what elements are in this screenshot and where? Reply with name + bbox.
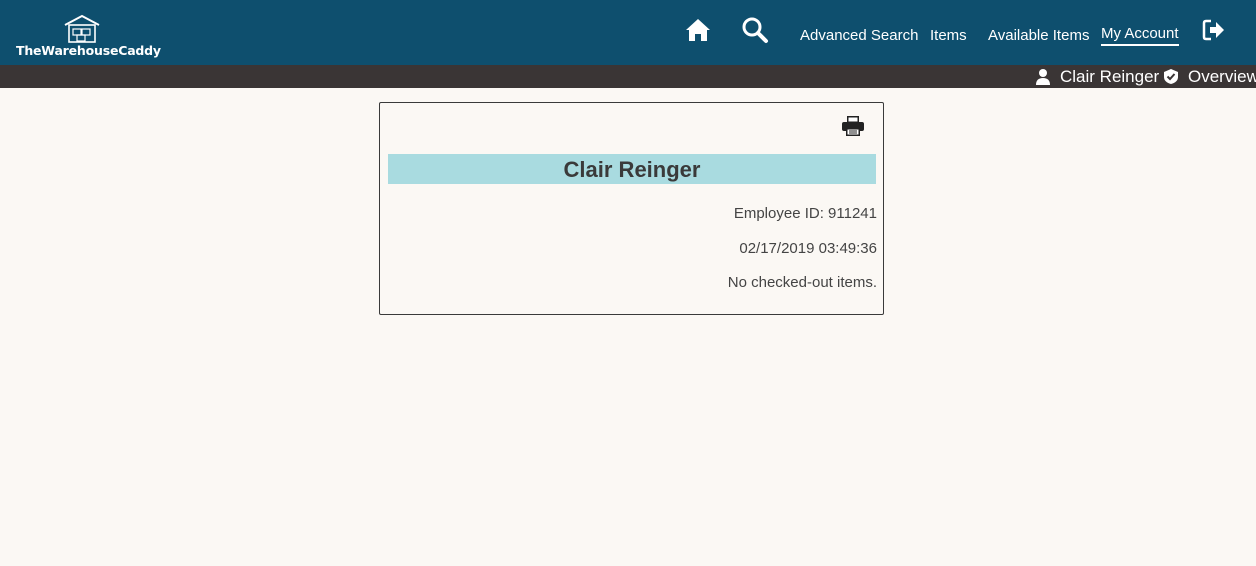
nav-my-account[interactable]: My Account [1101,25,1179,46]
home-icon[interactable] [684,16,712,44]
overview-link[interactable]: Overview [1188,67,1256,87]
account-card: Clair Reinger Employee ID: 911241 02/17/… [379,102,884,315]
timestamp: 02/17/2019 03:49:36 [739,240,877,257]
user-subbar: Clair Reinger Overview [0,65,1256,88]
brand-logo[interactable]: TheWarehouseCaddy [16,14,161,60]
current-user-name[interactable]: Clair Reinger [1060,67,1159,87]
print-icon[interactable] [841,115,865,137]
check-shield-icon [1164,69,1178,84]
checkout-status: No checked-out items. [727,274,877,291]
employee-id: Employee ID: 911241 [733,205,877,222]
nav-items[interactable]: Items [930,27,967,44]
logout-icon[interactable] [1202,18,1226,42]
search-icon[interactable] [741,16,769,44]
brand-name: TheWarehouseCaddy [16,43,161,58]
top-navigation-bar: TheWarehouseCaddy Advanced Search Items … [0,0,1256,65]
nav-available-items[interactable]: Available Items [988,27,1089,44]
nav-advanced-search[interactable]: Advanced Search [800,27,918,44]
user-icon [1036,69,1050,85]
warehouse-icon [64,14,100,43]
employee-name-heading: Clair Reinger [388,154,876,184]
